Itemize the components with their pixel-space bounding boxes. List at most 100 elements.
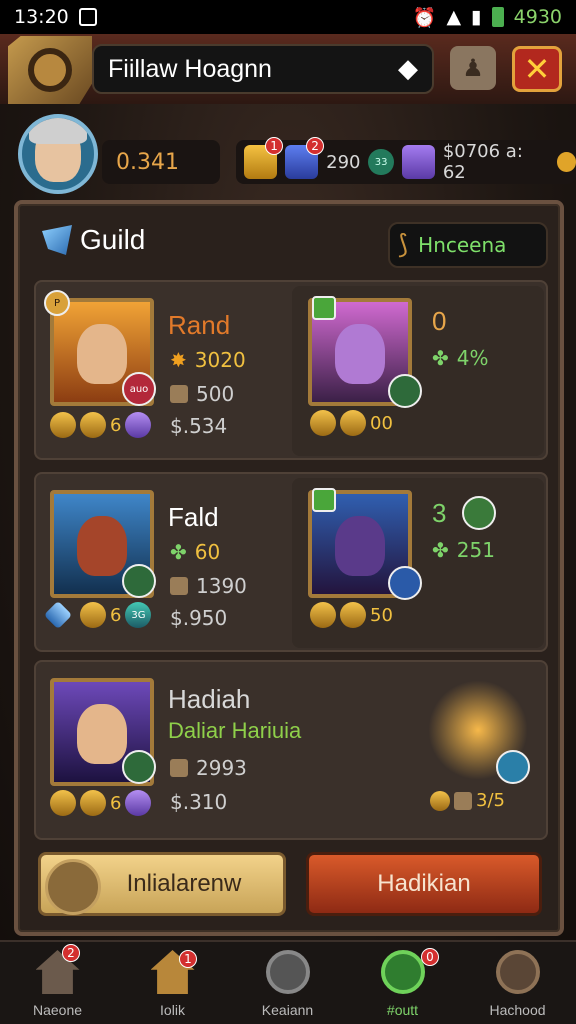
bottom-nav: 2 Naeone 1 Iolik Keaiann 0 #outt Hachood — [0, 940, 576, 1024]
battery-level: 4930 — [513, 6, 562, 28]
member-card[interactable]: 6 Hadiah Daliar Hariuia 2993 $.310 3/5 — [34, 660, 548, 840]
knight-figure-icon — [335, 516, 385, 576]
member-name: Rand — [168, 310, 231, 340]
refresh-icon[interactable] — [462, 496, 496, 530]
primary-action-label: Inlialarenw — [126, 870, 242, 897]
gold-chest-icon[interactable]: 1 — [244, 137, 284, 179]
hero-face-icon — [77, 704, 127, 764]
seal-icon — [495, 950, 540, 994]
diamond-icon — [43, 600, 73, 630]
teal-medal: 3G — [125, 602, 152, 628]
member-stat-supply: 500 — [170, 382, 234, 406]
nav-item-battle[interactable]: Keaiann — [230, 942, 345, 1024]
guild-title: Guild — [42, 224, 145, 256]
mount-stat: ✤ 4% — [432, 346, 489, 370]
mount-badge-icon — [388, 566, 422, 600]
secondary-action-button[interactable]: Hadikian — [306, 852, 542, 916]
title-plate: Fiillaw Hoagnn ◆ — [92, 44, 434, 94]
medal-row: 6 — [50, 790, 152, 816]
signal-icon: ▮ — [471, 6, 482, 28]
leaf-icon: ✤ — [432, 346, 449, 370]
wifi-icon: ▲ — [446, 6, 462, 28]
gold-plate: 0.341 — [102, 140, 220, 184]
nav-badge: 1 — [179, 950, 197, 968]
member-name: Hadiah — [168, 684, 251, 714]
battery-icon — [491, 7, 504, 27]
alarm-icon: ⏰ — [412, 6, 437, 29]
leaf-icon: ✤ — [170, 540, 187, 564]
primary-action-button[interactable]: Inlialarenw — [38, 852, 286, 916]
pet-stat: 3/5 — [476, 790, 505, 811]
secondary-action-label: Hadikian — [377, 870, 471, 897]
member-stat-power: ✤ 60 — [170, 540, 220, 564]
close-button[interactable]: ✕ — [512, 46, 562, 92]
nav-item-hut[interactable]: 1 Iolik — [115, 942, 230, 1024]
medal-count: 6 — [110, 604, 122, 626]
guild-tag-button[interactable]: ⟆ Hnceena — [388, 222, 548, 268]
crossed-swords-icon — [265, 950, 310, 994]
purple-crystal-icon[interactable] — [401, 145, 435, 179]
nav-label: Keaiann — [261, 1002, 314, 1018]
portrait-badge-icon — [122, 750, 156, 784]
diamond-marker-icon[interactable]: ◆ — [398, 54, 418, 84]
medal-icon — [50, 790, 76, 816]
mount-stat-value: 251 — [456, 538, 495, 562]
mount-medal-row: 50 — [310, 602, 393, 628]
rank-badge: P — [44, 290, 70, 316]
nav-label: Hachood — [489, 1002, 546, 1018]
refresh-icon — [380, 950, 425, 994]
member-card[interactable]: P auo 6 Rand ✸ 3020 500 $.534 0 ✤ 4% 00 — [34, 280, 548, 460]
crystal-amount: 290 — [326, 151, 361, 173]
crate-icon — [170, 759, 188, 777]
action-row: Inlialarenw Hadikian — [38, 852, 544, 920]
clock: 13:20 — [14, 6, 69, 28]
player-avatar[interactable] — [18, 114, 98, 194]
purple-medal-icon — [125, 790, 152, 816]
medal-icon — [310, 602, 336, 628]
pet-medal-row: 3/5 — [430, 790, 505, 811]
mount-medal-row: 00 — [310, 410, 393, 436]
guild-panel: Guild ⟆ Hnceena P auo 6 Rand ✸ 3020 500 — [14, 200, 564, 936]
profile-button[interactable]: ♟ — [450, 46, 496, 90]
member-stat-funds: $.534 — [170, 414, 227, 438]
power-value: 3020 — [194, 348, 246, 372]
guild-emblem-button[interactable] — [8, 36, 92, 104]
medal-row: 6 3G — [43, 600, 152, 630]
mount-level: 0 — [432, 306, 447, 336]
mount-level: 3 — [432, 498, 447, 528]
medal-icon — [340, 410, 366, 436]
hero-face-icon — [77, 324, 127, 384]
emblem-ring-icon — [28, 48, 72, 92]
medal-icon — [430, 790, 450, 811]
mount-medal-count: 00 — [370, 412, 393, 434]
user-silhouette-icon: ♟ — [462, 54, 484, 82]
monster-face-icon — [335, 324, 385, 384]
notification-icon — [78, 8, 97, 26]
crate-icon — [454, 791, 472, 810]
member-stat-funds: $.950 — [170, 606, 227, 630]
member-card[interactable]: 6 3G Fald ✤ 60 1390 $.950 3 ✤ 251 50 — [34, 472, 548, 652]
blue-crystal-icon[interactable]: 2 — [285, 137, 325, 179]
coin-icon — [556, 152, 576, 172]
mount-type-icon — [312, 296, 336, 320]
member-stat-funds: $.310 — [170, 790, 227, 814]
nav-label: Iolik — [160, 1002, 185, 1018]
member-stat-supply: 1390 — [170, 574, 247, 598]
mount-stat: ✤ 251 — [432, 538, 495, 562]
status-bar: 13:20 ⏰ ▲ ▮ 4930 — [0, 0, 576, 34]
member-title: Daliar Hariuia — [168, 718, 302, 743]
nav-item-refresh[interactable]: 0 #outt — [345, 942, 460, 1024]
gem-icon: 33 — [368, 149, 394, 175]
member-name: Fald — [168, 502, 219, 532]
medal-icon — [80, 412, 106, 438]
nav-item-home[interactable]: 2 Naeone — [0, 942, 115, 1024]
funds-value: $.534 — [170, 414, 228, 438]
mount-medal-count: 50 — [370, 604, 393, 626]
warrior-figure-icon — [77, 516, 127, 576]
resource-bar: 0.341 1 2 290 33 $0706 a: 62 — [14, 112, 576, 196]
panel-header: Guild ⟆ Hnceena — [24, 210, 554, 270]
medal-icon — [340, 602, 366, 628]
portrait-badge: auo — [122, 372, 156, 406]
nav-item-seal[interactable]: Hachood — [460, 942, 575, 1024]
shield-badge-icon — [45, 859, 101, 915]
